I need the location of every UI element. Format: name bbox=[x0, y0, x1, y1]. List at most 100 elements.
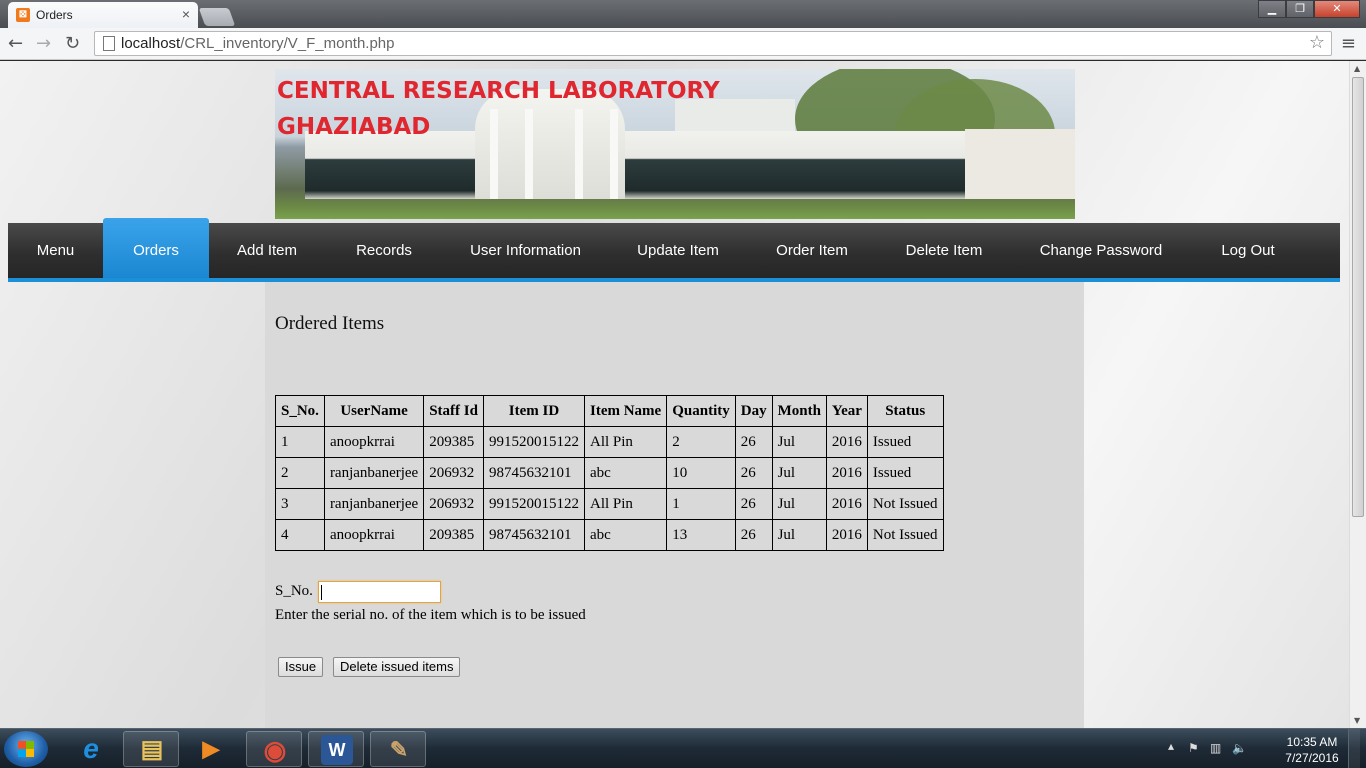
table-cell: 10 bbox=[666, 457, 736, 489]
column-header: Item ID bbox=[482, 395, 585, 427]
scrollbar-thumb[interactable] bbox=[1352, 77, 1364, 517]
browser-titlebar: ⊠ Orders × ▁ ❐ ✕ bbox=[0, 0, 1366, 28]
action-center-icon[interactable]: ⚑ bbox=[1188, 741, 1202, 755]
table-row: 4 anoopkrrai 209385 98745632101 abc 13 2… bbox=[275, 519, 944, 551]
banner-image: CENTRAL RESEARCH LABORATORY GHAZIABAD bbox=[275, 69, 1075, 219]
nav-update-item[interactable]: Update Item bbox=[608, 223, 748, 278]
table-cell: Not Issued bbox=[866, 519, 944, 551]
banner-title: CENTRAL RESEARCH LABORATORY GHAZIABAD bbox=[277, 73, 720, 145]
nav-change-password[interactable]: Change Password bbox=[1012, 223, 1190, 278]
table-cell: 209385 bbox=[423, 519, 484, 551]
nav-orders[interactable]: Orders bbox=[103, 218, 209, 278]
table-cell: 98745632101 bbox=[482, 457, 585, 489]
column-header: Month bbox=[771, 395, 827, 427]
new-tab-button[interactable] bbox=[198, 8, 236, 26]
delete-issued-button[interactable]: Delete issued items bbox=[333, 657, 461, 677]
table-row: 2 ranjanbanerjee 206932 98745632101 abc … bbox=[275, 457, 944, 489]
taskbar-app[interactable]: ▤ bbox=[123, 731, 179, 767]
page-title: Ordered Items bbox=[275, 313, 385, 334]
table-cell: Issued bbox=[866, 457, 944, 489]
table-cell: Jul bbox=[771, 519, 827, 551]
table-cell: Issued bbox=[866, 426, 944, 458]
nav-log-out[interactable]: Log Out bbox=[1190, 223, 1306, 278]
table-cell: 209385 bbox=[423, 426, 484, 458]
windows-taskbar: e ▤ ▶ ◉ W ✎ ▴ ⚑ ▥ 🔈 10:35 AM 7/27/2016 bbox=[0, 728, 1366, 768]
address-bar[interactable]: localhost/CRL_inventory/V_F_month.php ☆ bbox=[94, 31, 1332, 56]
table-cell: Jul bbox=[771, 426, 827, 458]
scroll-up-icon[interactable]: ▲ bbox=[1354, 64, 1360, 73]
nav-menu[interactable]: Menu bbox=[8, 223, 103, 278]
system-tray: ▴ ⚑ ▥ 🔈 10:35 AM 7/27/2016 bbox=[1160, 729, 1360, 768]
media-player-icon: ▶ bbox=[202, 736, 220, 761]
table-row: 3 ranjanbanerjee 206932 991520015122 All… bbox=[275, 488, 944, 520]
table-cell: 2016 bbox=[825, 457, 868, 489]
start-button[interactable] bbox=[4, 731, 48, 767]
text-caret bbox=[321, 585, 322, 600]
table-cell: Jul bbox=[771, 488, 827, 520]
word-icon: W bbox=[321, 735, 353, 765]
nav-user-information[interactable]: User Information bbox=[443, 223, 608, 278]
nav-add-item[interactable]: Add Item bbox=[209, 223, 325, 278]
volume-muted-icon[interactable]: 🔈 bbox=[1232, 741, 1247, 755]
table-cell: 206932 bbox=[423, 457, 484, 489]
explorer-icon: ▤ bbox=[140, 736, 164, 763]
ie-icon: e bbox=[83, 733, 99, 764]
column-header: Year bbox=[825, 395, 868, 427]
bookmark-star-icon[interactable]: ☆ bbox=[1309, 32, 1325, 53]
taskbar-app[interactable]: e bbox=[63, 731, 119, 767]
table-cell: 991520015122 bbox=[482, 426, 585, 458]
table-cell: All Pin bbox=[583, 488, 668, 520]
table-cell: abc bbox=[583, 457, 668, 489]
table-cell: anoopkrrai bbox=[323, 519, 425, 551]
table-cell: 26 bbox=[734, 426, 773, 458]
tab-close-icon[interactable]: × bbox=[182, 6, 190, 22]
minimize-button[interactable]: ▁ bbox=[1258, 0, 1286, 18]
window-controls: ▁ ❐ ✕ bbox=[1258, 0, 1360, 18]
show-hidden-icons-icon[interactable]: ▴ bbox=[1168, 739, 1182, 753]
vertical-scrollbar[interactable]: ▲ ▼ bbox=[1349, 61, 1366, 728]
taskbar-app[interactable]: ▶ bbox=[183, 731, 239, 767]
table-cell: 2016 bbox=[825, 519, 868, 551]
reload-icon[interactable]: ↻ bbox=[65, 33, 80, 54]
scroll-down-icon[interactable]: ▼ bbox=[1354, 716, 1360, 725]
system-clock[interactable]: 10:35 AM 7/27/2016 bbox=[1282, 734, 1342, 766]
taskbar-app[interactable]: ◉ bbox=[246, 731, 302, 767]
clock-time: 10:35 AM bbox=[1286, 735, 1338, 749]
close-window-button[interactable]: ✕ bbox=[1314, 0, 1360, 18]
show-desktop-button[interactable] bbox=[1348, 729, 1360, 768]
content-panel: Ordered Items S_No. UserName Staff Id It… bbox=[265, 282, 1084, 728]
table-cell: Not Issued bbox=[866, 488, 944, 520]
url-text[interactable]: localhost/CRL_inventory/V_F_month.php bbox=[121, 35, 395, 52]
back-icon[interactable]: ← bbox=[8, 33, 23, 54]
column-header: Item Name bbox=[583, 395, 668, 427]
main-nav: Menu Orders Add Item Records User Inform… bbox=[8, 218, 1340, 282]
clock-date: 7/27/2016 bbox=[1285, 751, 1339, 765]
table-cell: 2016 bbox=[825, 426, 868, 458]
windows-logo-icon bbox=[18, 741, 34, 757]
page-icon bbox=[103, 36, 115, 51]
orders-table: S_No. UserName Staff Id Item ID Item Nam… bbox=[275, 395, 944, 551]
tab-title: Orders bbox=[36, 8, 73, 22]
nav-order-item[interactable]: Order Item bbox=[748, 223, 876, 278]
table-cell: 1 bbox=[666, 488, 736, 520]
building-shape bbox=[965, 129, 1075, 199]
table-row: 1 anoopkrrai 209385 991520015122 All Pin… bbox=[275, 426, 944, 458]
banner-title-line1: CENTRAL RESEARCH LABORATORY bbox=[277, 78, 720, 104]
browser-toolbar: ← → ↻ localhost/CRL_inventory/V_F_month.… bbox=[0, 28, 1366, 60]
network-icon[interactable]: ▥ bbox=[1210, 741, 1224, 755]
taskbar-app[interactable]: W bbox=[308, 731, 364, 767]
browser-tab[interactable]: ⊠ Orders × bbox=[8, 2, 198, 28]
forward-icon[interactable]: → bbox=[36, 33, 51, 54]
issue-button[interactable]: Issue bbox=[278, 657, 324, 677]
table-cell: anoopkrrai bbox=[323, 426, 425, 458]
sno-input[interactable] bbox=[318, 581, 441, 603]
table-cell: 4 bbox=[275, 519, 325, 551]
nav-records[interactable]: Records bbox=[325, 223, 443, 278]
chrome-menu-icon[interactable]: ≡ bbox=[1341, 33, 1356, 54]
nav-delete-item[interactable]: Delete Item bbox=[876, 223, 1012, 278]
taskbar-app[interactable]: ✎ bbox=[370, 731, 426, 767]
table-cell: All Pin bbox=[583, 426, 668, 458]
table-cell: ranjanbanerjee bbox=[323, 488, 425, 520]
maximize-button[interactable]: ❐ bbox=[1286, 0, 1314, 18]
table-cell: 13 bbox=[666, 519, 736, 551]
